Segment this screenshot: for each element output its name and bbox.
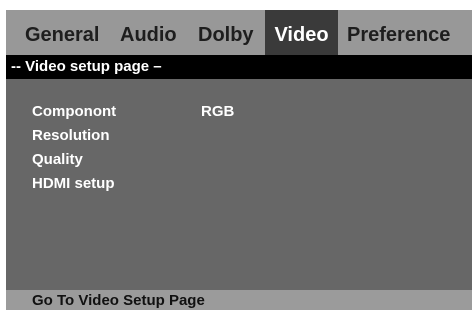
menu-item-hdmi-setup[interactable]: HDMI setup (32, 175, 115, 192)
tab-video[interactable]: Video (265, 10, 338, 55)
status-text: Go To Video Setup Page (32, 292, 205, 309)
tab-audio[interactable]: Audio (120, 10, 177, 55)
status-bar: Go To Video Setup Page (6, 290, 472, 310)
menu-item-quality[interactable]: Quality (32, 151, 83, 168)
tab-general[interactable]: General (25, 10, 99, 55)
settings-panel: Componont RGB Resolution Quality HDMI se… (6, 79, 472, 290)
page-title: -- Video setup page – (11, 58, 162, 75)
menu-item-resolution[interactable]: Resolution (32, 127, 110, 144)
component-value: RGB (201, 103, 235, 120)
tab-bar: General Audio Dolby Video Preference (6, 10, 472, 55)
osd-setup-menu: General Audio Dolby Video Preference -- … (6, 10, 472, 310)
tab-preference[interactable]: Preference (347, 10, 450, 55)
menu-item-component[interactable]: Componont (32, 103, 116, 120)
page-title-bar: -- Video setup page – (6, 55, 472, 79)
tab-dolby[interactable]: Dolby (198, 10, 254, 55)
